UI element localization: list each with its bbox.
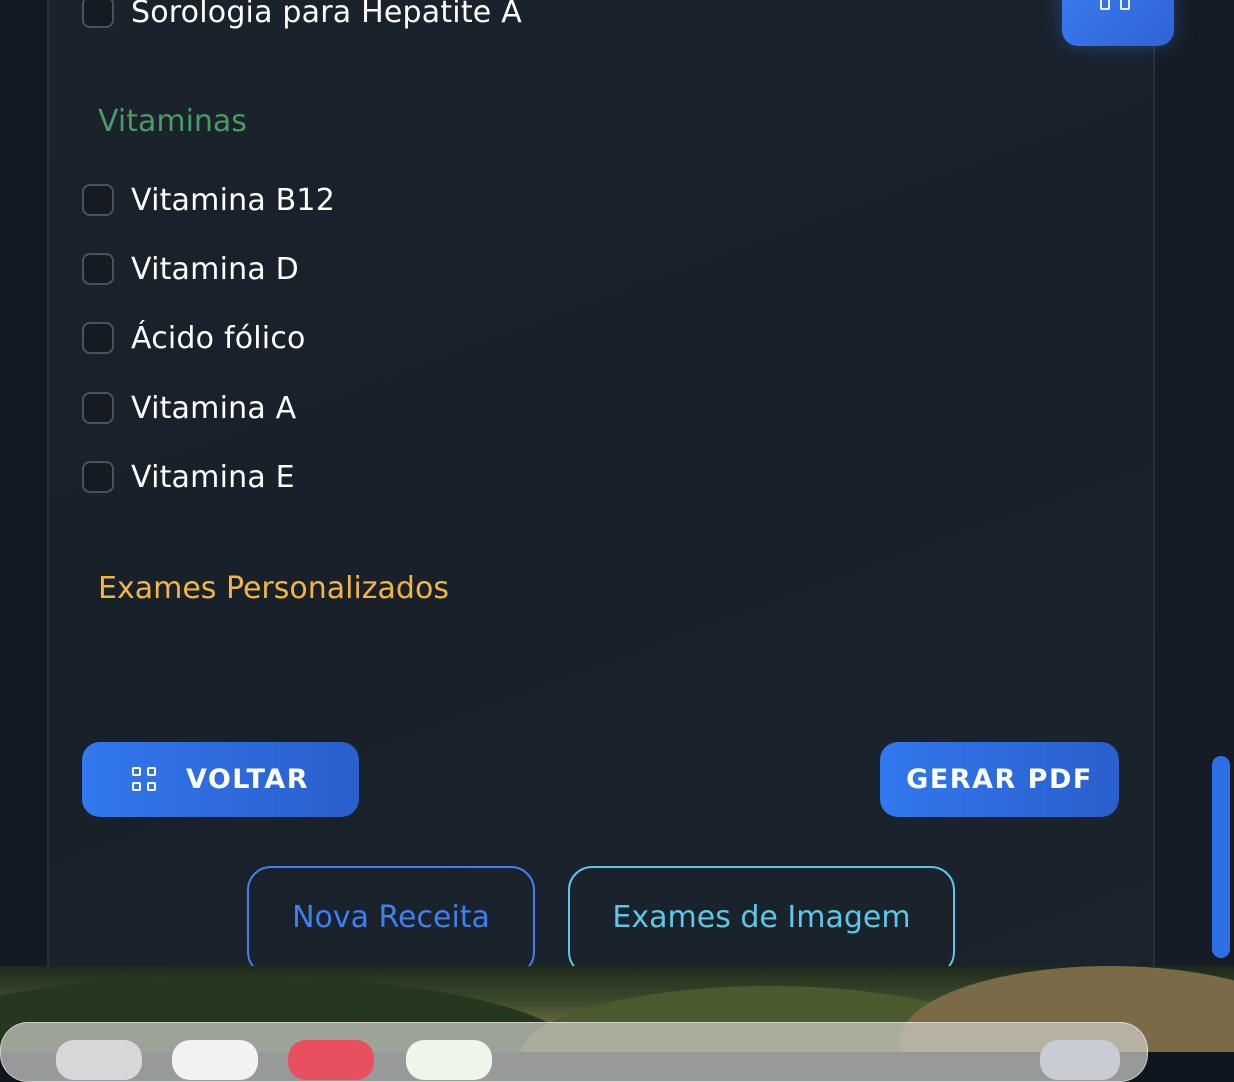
exam-checkbox-row[interactable]: Vitamina D [82, 249, 299, 289]
imaging-exams-label: Exames de Imagem [612, 900, 911, 935]
exam-label: Vitamina E [131, 459, 295, 495]
dock-app-icon[interactable] [406, 1040, 492, 1080]
exam-checkbox[interactable] [82, 392, 114, 424]
dock-app-icon[interactable] [288, 1040, 374, 1080]
grid-icon [1120, 0, 1130, 10]
left-gutter [0, 0, 48, 966]
generate-pdf-label: GERAR PDF [906, 764, 1093, 795]
exam-checkbox-row[interactable]: Sorologia para Hepatite A [82, 0, 522, 32]
back-button-label: VOLTAR [185, 764, 310, 795]
exam-checkbox[interactable] [82, 0, 114, 28]
scrollbar-thumb[interactable] [1212, 756, 1230, 958]
exam-label: Sorologia para Hepatite A [131, 0, 522, 30]
section-title-vitaminas: Vitaminas [98, 104, 247, 139]
exam-checkbox-row[interactable]: Vitamina B12 [82, 180, 335, 220]
new-prescription-button[interactable]: Nova Receita [247, 866, 535, 966]
imaging-exams-button[interactable]: Exames de Imagem [568, 866, 955, 966]
back-button[interactable]: VOLTAR [82, 742, 359, 817]
exam-checkbox[interactable] [82, 184, 114, 216]
exam-label: Vitamina D [131, 251, 299, 287]
exam-label: Vitamina B12 [131, 182, 335, 218]
exam-checkbox[interactable] [82, 322, 114, 354]
trash-icon[interactable] [1040, 1040, 1120, 1080]
exam-checkbox-row[interactable]: Ácido fólico [82, 318, 306, 358]
exam-checkbox[interactable] [82, 461, 114, 493]
new-prescription-label: Nova Receita [292, 900, 490, 935]
floating-menu-button[interactable] [1062, 0, 1174, 46]
page-viewport: Sorologia para Hepatite A Vitaminas Vita… [0, 0, 1234, 966]
grid-icon [1100, 0, 1110, 10]
section-title-personalizados: Exames Personalizados [98, 571, 449, 606]
grid-icon [131, 766, 158, 793]
generate-pdf-button[interactable]: GERAR PDF [880, 742, 1119, 817]
exam-label: Vitamina A [131, 390, 297, 426]
dock-app-icon[interactable] [56, 1040, 142, 1080]
dock-app-icon[interactable] [172, 1040, 258, 1080]
exam-checkbox[interactable] [82, 253, 114, 285]
exam-label: Ácido fólico [131, 320, 306, 356]
exam-checkbox-row[interactable]: Vitamina A [82, 388, 296, 428]
exam-checkbox-row[interactable]: Vitamina E [82, 457, 295, 497]
